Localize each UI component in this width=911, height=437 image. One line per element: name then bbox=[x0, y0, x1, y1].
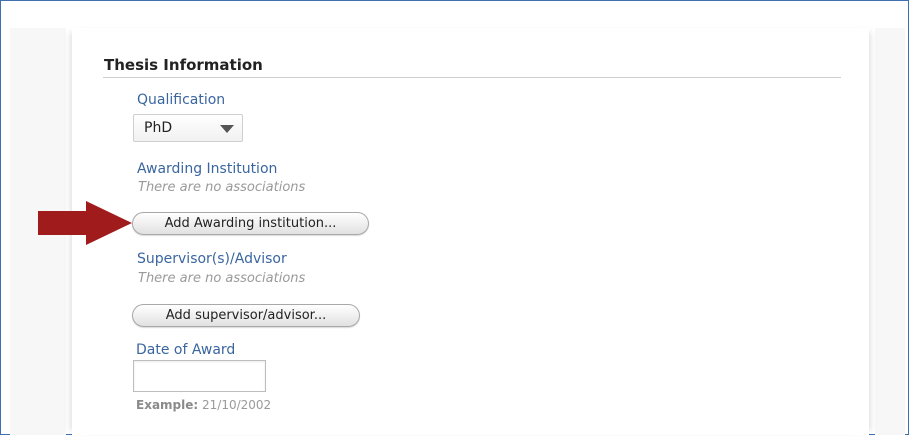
awarding-institution-empty-text: There are no associations bbox=[138, 180, 306, 195]
qualification-select[interactable]: PhD bbox=[133, 114, 243, 142]
date-of-award-input[interactable] bbox=[133, 360, 266, 392]
red-right-arrow-icon bbox=[38, 201, 132, 245]
supervisor-label: Supervisor(s)/Advisor bbox=[137, 251, 287, 267]
section-title: Thesis Information bbox=[104, 56, 263, 74]
chevron-down-icon bbox=[220, 125, 234, 133]
right-gutter bbox=[875, 28, 905, 435]
supervisor-empty-text: There are no associations bbox=[138, 271, 306, 286]
example-label: Example: bbox=[136, 398, 199, 412]
date-of-award-label: Date of Award bbox=[136, 342, 236, 358]
example-value: 21/10/2002 bbox=[202, 398, 272, 412]
section-divider bbox=[103, 77, 841, 78]
date-example-hint: Example: 21/10/2002 bbox=[136, 398, 271, 412]
qualification-selected-value: PhD bbox=[144, 120, 173, 136]
add-supervisor-button[interactable]: Add supervisor/advisor... bbox=[132, 304, 360, 327]
qualification-label: Qualification bbox=[137, 92, 226, 108]
add-awarding-institution-button[interactable]: Add Awarding institution... bbox=[132, 212, 369, 235]
awarding-institution-label: Awarding Institution bbox=[137, 161, 278, 177]
